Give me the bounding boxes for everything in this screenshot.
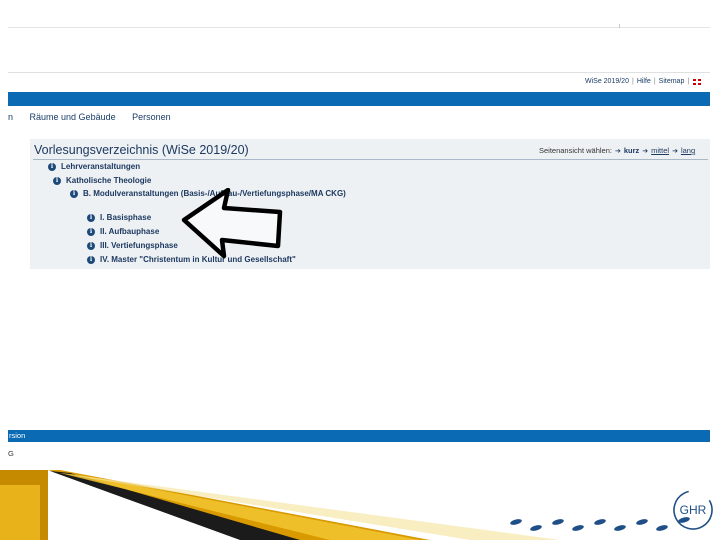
view-selector-label: Seitenansicht wählen:: [539, 146, 612, 155]
tree-item-basic-phase[interactable]: i I. Basisphase: [87, 213, 151, 222]
tree-item-label: III. Vertiefungsphase: [100, 241, 178, 250]
sitemap-link[interactable]: Sitemap: [659, 78, 685, 85]
header-band: [8, 92, 710, 106]
info-icon[interactable]: i: [87, 241, 95, 250]
tree-item-advanced-phase[interactable]: i II. Aufbauphase: [87, 227, 159, 236]
page-title: Vorlesungsverzeichnis (WiSe 2019/20): [34, 143, 249, 157]
meta-separator: |: [631, 78, 634, 85]
uk-flag-icon[interactable]: [693, 78, 702, 85]
footer-version-link[interactable]: rsion: [9, 431, 25, 440]
arrow-right-icon: ➔: [642, 147, 649, 155]
nav-item-rooms[interactable]: Räume und Gebäude: [30, 112, 116, 122]
footer-band: [8, 430, 710, 442]
view-option-short[interactable]: kurz: [624, 146, 639, 155]
main-nav: n Räume und Gebäude Personen: [8, 112, 185, 122]
tree-item-label: Lehrveranstaltungen: [61, 162, 141, 171]
tree-item-specialization-phase[interactable]: i III. Vertiefungsphase: [87, 241, 178, 250]
info-icon[interactable]: i: [53, 176, 61, 185]
info-icon[interactable]: i: [87, 227, 95, 236]
tree-item-catholic-theology[interactable]: i Katholische Theologie: [53, 176, 151, 185]
tree-item-label: Katholische Theologie: [66, 176, 152, 185]
footprints-decoration: [510, 517, 690, 531]
info-icon[interactable]: i: [48, 162, 56, 171]
tree-item-label: I. Basisphase: [100, 213, 152, 222]
tree-item-lectures[interactable]: i Lehrveranstaltungen: [48, 162, 140, 171]
view-selector: Seitenansicht wählen: ➔ kurz ➔ mittel ➔ …: [539, 146, 695, 155]
arrow-right-icon: ➔: [614, 147, 621, 155]
header-divider: [8, 72, 710, 73]
help-link[interactable]: Hilfe: [637, 78, 651, 85]
annotation-arrow-icon: [181, 188, 283, 259]
screenshot-top-border: [8, 27, 710, 28]
meta-separator: |: [653, 78, 656, 85]
info-icon[interactable]: i: [87, 255, 95, 264]
nav-item-partial[interactable]: n: [8, 112, 13, 122]
info-icon[interactable]: i: [70, 189, 78, 198]
info-icon[interactable]: i: [87, 213, 95, 222]
meta-links: WiSe 2019/20 | Hilfe | Sitemap |: [585, 78, 702, 85]
view-option-medium[interactable]: mittel: [651, 146, 669, 155]
title-divider: [33, 159, 708, 160]
screenshot-top-tick: [619, 24, 620, 28]
tree-item-label: II. Aufbauphase: [100, 227, 160, 236]
arrow-right-icon: ➔: [672, 147, 678, 155]
semester-link[interactable]: WiSe 2019/20: [585, 78, 629, 85]
meta-separator: |: [687, 78, 690, 85]
nav-item-people[interactable]: Personen: [132, 112, 171, 122]
view-option-long[interactable]: lang: [681, 146, 695, 155]
